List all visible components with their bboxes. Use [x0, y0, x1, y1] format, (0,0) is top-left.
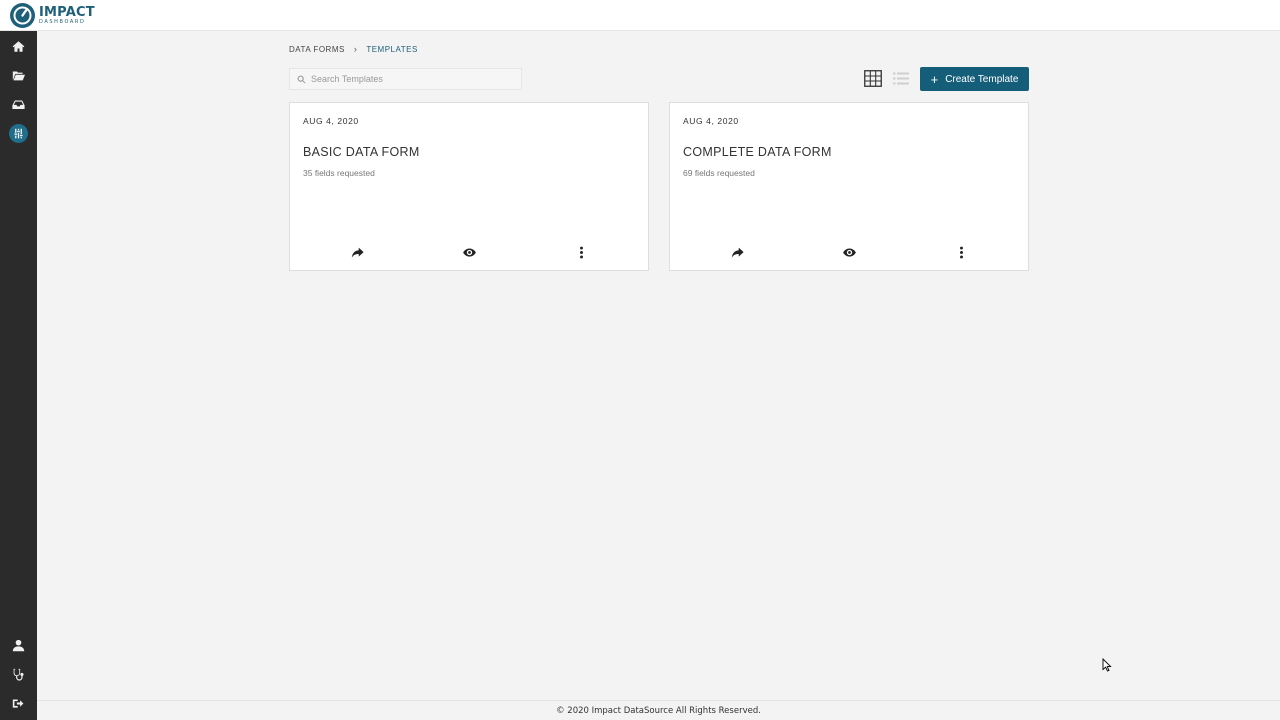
top-bar: IMPACT DASHBOARD	[0, 0, 1280, 31]
folder-open-icon	[12, 71, 25, 81]
list-view-button[interactable]	[891, 69, 911, 88]
sidebar-item-folders[interactable]	[9, 66, 28, 85]
create-template-label: Create Template	[945, 73, 1019, 85]
sidebar-item-home[interactable]	[9, 37, 28, 56]
breadcrumb-templates: TEMPLATES	[366, 44, 418, 54]
template-date: AUG 4, 2020	[683, 116, 739, 126]
chevron-right-icon: ›	[353, 44, 358, 54]
inbox-icon	[12, 100, 25, 109]
eye-icon	[842, 247, 856, 257]
template-card[interactable]: AUG 4, 2020 COMPLETE DATA FORM 69 fields…	[669, 102, 1029, 271]
share-button[interactable]	[729, 244, 745, 260]
stethoscope-icon	[13, 668, 24, 681]
eye-icon	[462, 247, 476, 257]
copyright-text: © 2020 Impact DataSource All Rights Rese…	[556, 705, 761, 716]
sidebar-item-logout[interactable]	[9, 694, 28, 713]
search-box	[289, 68, 522, 90]
logo-title: IMPACT	[39, 5, 95, 20]
search-icon	[297, 75, 306, 83]
sliders-icon	[14, 128, 23, 139]
logo-gauge-icon	[10, 3, 35, 28]
breadcrumb: DATA FORMS › TEMPLATES	[289, 44, 418, 54]
create-template-button[interactable]: + Create Template	[920, 67, 1029, 91]
template-date: AUG 4, 2020	[303, 116, 359, 126]
plus-icon: +	[930, 71, 939, 87]
grid-view-button[interactable]	[863, 69, 883, 88]
list-icon	[893, 72, 909, 85]
sidebar-item-support[interactable]	[9, 665, 28, 684]
vertical-ellipsis-icon	[579, 246, 583, 258]
template-field-count: 69 fields requested	[683, 168, 755, 178]
preview-button[interactable]	[841, 244, 857, 260]
home-icon	[12, 41, 25, 52]
share-icon	[731, 247, 744, 258]
sidebar-item-profile[interactable]	[9, 636, 28, 655]
search-input[interactable]	[311, 74, 511, 84]
sign-out-icon	[12, 699, 24, 708]
more-options-button[interactable]	[573, 244, 589, 260]
breadcrumb-data-forms[interactable]: DATA FORMS	[289, 45, 345, 54]
app-logo[interactable]: IMPACT DASHBOARD	[10, 3, 95, 28]
mouse-cursor-icon	[1102, 658, 1112, 672]
template-title[interactable]: BASIC DATA FORM	[303, 145, 420, 159]
share-button[interactable]	[349, 244, 365, 260]
grid-icon	[864, 70, 882, 87]
template-card[interactable]: AUG 4, 2020 BASIC DATA FORM 35 fields re…	[289, 102, 649, 271]
more-options-button[interactable]	[953, 244, 969, 260]
template-title[interactable]: COMPLETE DATA FORM	[683, 145, 832, 159]
share-icon	[351, 247, 364, 258]
template-field-count: 35 fields requested	[303, 168, 375, 178]
sidebar-item-data-forms[interactable]	[9, 124, 28, 143]
vertical-ellipsis-icon	[959, 246, 963, 258]
logo-subtitle: DASHBOARD	[39, 19, 86, 25]
preview-button[interactable]	[461, 244, 477, 260]
sidebar-item-inbox[interactable]	[9, 95, 28, 114]
footer: © 2020 Impact DataSource All Rights Rese…	[37, 700, 1280, 720]
sidebar	[0, 31, 37, 720]
user-icon	[12, 639, 25, 652]
